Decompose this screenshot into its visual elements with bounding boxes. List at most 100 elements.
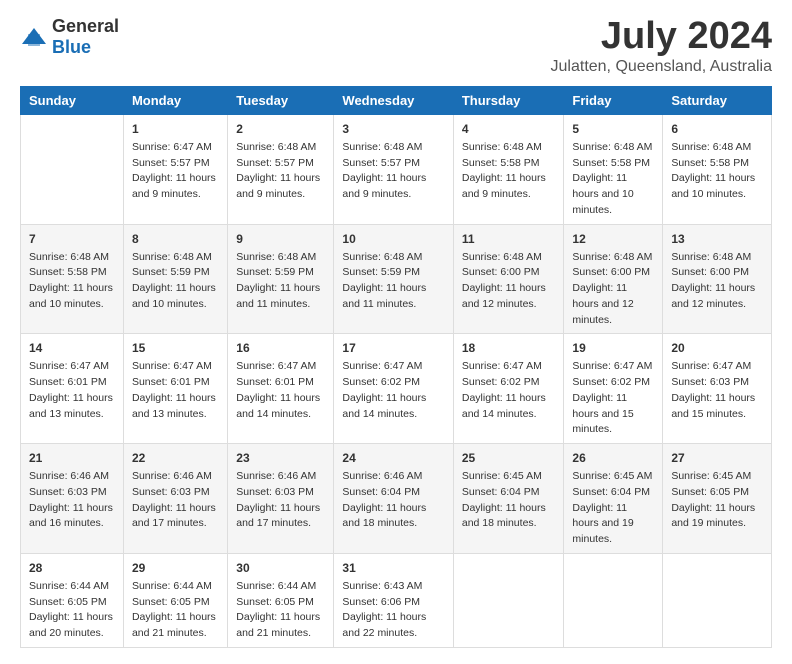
- day-cell: [453, 553, 564, 647]
- day-cell: 13 Sunrise: 6:48 AMSunset: 6:00 PMDayligh…: [663, 224, 772, 334]
- day-number: 17: [342, 339, 444, 357]
- day-info: Sunrise: 6:44 AMSunset: 6:05 PMDaylight:…: [236, 579, 325, 642]
- day-info: Sunrise: 6:48 AMSunset: 5:59 PMDaylight:…: [132, 250, 219, 313]
- day-cell: [564, 553, 663, 647]
- day-cell: 27Sunrise: 6:45 AMSunset: 6:05 PMDayligh…: [663, 444, 772, 554]
- day-cell: 17 Sunrise: 6:47 AMSunset: 6:02 PMDayligh…: [334, 334, 453, 444]
- day-info: Sunrise: 6:47 AMSunset: 6:01 PMDaylight:…: [132, 359, 219, 422]
- logo-general: General: [52, 16, 119, 36]
- day-info: Sunrise: 6:47 AMSunset: 6:01 PMDaylight:…: [29, 359, 115, 422]
- day-info: Sunrise: 6:47 AMSunset: 6:01 PMDaylight:…: [236, 359, 325, 422]
- day-info: Sunrise: 6:44 AMSunset: 6:05 PMDaylight:…: [132, 579, 219, 642]
- day-number: 26: [572, 449, 654, 467]
- day-info: Sunrise: 6:48 AMSunset: 5:57 PMDaylight:…: [342, 140, 444, 203]
- day-cell: 26Sunrise: 6:45 AMSunset: 6:04 PMDayligh…: [564, 444, 663, 554]
- day-info: Sunrise: 6:47 AMSunset: 6:02 PMDaylight:…: [342, 359, 444, 422]
- logo-blue: Blue: [52, 37, 91, 57]
- calendar-table: SundayMondayTuesdayWednesdayThursdayFrid…: [20, 86, 772, 648]
- day-info: Sunrise: 6:48 AMSunset: 5:58 PMDaylight:…: [462, 140, 556, 203]
- logo-icon: [20, 26, 48, 48]
- day-cell: 24 Sunrise: 6:46 AMSunset: 6:04 PMDayligh…: [334, 444, 453, 554]
- day-cell: 25Sunrise: 6:45 AMSunset: 6:04 PMDayligh…: [453, 444, 564, 554]
- day-number: 7: [29, 230, 115, 248]
- day-cell: 15 Sunrise: 6:47 AMSunset: 6:01 PMDayligh…: [123, 334, 227, 444]
- header-day-wednesday: Wednesday: [334, 86, 453, 114]
- week-row-3: 21 Sunrise: 6:46 AMSunset: 6:03 PMDayligh…: [21, 444, 772, 554]
- day-info: Sunrise: 6:48 AMSunset: 5:59 PMDaylight:…: [342, 250, 444, 313]
- day-number: 18: [462, 339, 556, 357]
- day-cell: 11 Sunrise: 6:48 AMSunset: 6:00 PMDayligh…: [453, 224, 564, 334]
- day-number: 16: [236, 339, 325, 357]
- day-info: Sunrise: 6:46 AMSunset: 6:03 PMDaylight:…: [132, 469, 219, 532]
- day-info: Sunrise: 6:47 AMSunset: 6:03 PMDaylight:…: [671, 359, 763, 422]
- day-info: Sunrise: 6:47 AMSunset: 6:02 PMDaylight:…: [462, 359, 556, 422]
- day-cell: 8 Sunrise: 6:48 AMSunset: 5:59 PMDaylight…: [123, 224, 227, 334]
- day-number: 8: [132, 230, 219, 248]
- day-info: Sunrise: 6:47 AMSunset: 5:57 PMDaylight:…: [132, 140, 219, 203]
- day-number: 29: [132, 559, 219, 577]
- day-number: 25: [462, 449, 556, 467]
- day-number: 3: [342, 120, 444, 138]
- day-number: 11: [462, 230, 556, 248]
- header-day-thursday: Thursday: [453, 86, 564, 114]
- title-block: July 2024 Julatten, Queensland, Australi…: [551, 16, 772, 76]
- day-number: 22: [132, 449, 219, 467]
- day-number: 5: [572, 120, 654, 138]
- day-number: 15: [132, 339, 219, 357]
- day-info: Sunrise: 6:46 AMSunset: 6:03 PMDaylight:…: [236, 469, 325, 532]
- day-number: 28: [29, 559, 115, 577]
- day-number: 4: [462, 120, 556, 138]
- day-cell: [663, 553, 772, 647]
- day-number: 19: [572, 339, 654, 357]
- day-info: Sunrise: 6:48 AMSunset: 6:00 PMDaylight:…: [572, 250, 654, 329]
- week-row-2: 14 Sunrise: 6:47 AMSunset: 6:01 PMDayligh…: [21, 334, 772, 444]
- day-info: Sunrise: 6:48 AMSunset: 5:57 PMDaylight:…: [236, 140, 325, 203]
- day-info: Sunrise: 6:48 AMSunset: 5:58 PMDaylight:…: [671, 140, 763, 203]
- page-header: General Blue July 2024 Julatten, Queensl…: [20, 16, 772, 76]
- day-cell: 9Sunrise: 6:48 AMSunset: 5:59 PMDaylight…: [228, 224, 334, 334]
- day-cell: 23 Sunrise: 6:46 AMSunset: 6:03 PMDayligh…: [228, 444, 334, 554]
- day-cell: [21, 114, 124, 224]
- day-cell: 1 Sunrise: 6:47 AMSunset: 5:57 PMDaylight…: [123, 114, 227, 224]
- day-number: 13: [671, 230, 763, 248]
- week-row-0: 1 Sunrise: 6:47 AMSunset: 5:57 PMDaylight…: [21, 114, 772, 224]
- day-info: Sunrise: 6:48 AMSunset: 6:00 PMDaylight:…: [462, 250, 556, 313]
- day-cell: 4 Sunrise: 6:48 AMSunset: 5:58 PMDaylight…: [453, 114, 564, 224]
- day-cell: 14 Sunrise: 6:47 AMSunset: 6:01 PMDayligh…: [21, 334, 124, 444]
- day-info: Sunrise: 6:48 AMSunset: 5:58 PMDaylight:…: [572, 140, 654, 219]
- header-day-monday: Monday: [123, 86, 227, 114]
- day-cell: 30Sunrise: 6:44 AMSunset: 6:05 PMDayligh…: [228, 553, 334, 647]
- day-info: Sunrise: 6:48 AMSunset: 6:00 PMDaylight:…: [671, 250, 763, 313]
- day-number: 6: [671, 120, 763, 138]
- day-cell: 31Sunrise: 6:43 AMSunset: 6:06 PMDayligh…: [334, 553, 453, 647]
- day-number: 1: [132, 120, 219, 138]
- day-cell: 19 Sunrise: 6:47 AMSunset: 6:02 PMDayligh…: [564, 334, 663, 444]
- day-number: 10: [342, 230, 444, 248]
- day-cell: 20 Sunrise: 6:47 AMSunset: 6:03 PMDayligh…: [663, 334, 772, 444]
- header-day-sunday: Sunday: [21, 86, 124, 114]
- header-row: SundayMondayTuesdayWednesdayThursdayFrid…: [21, 86, 772, 114]
- day-cell: 10 Sunrise: 6:48 AMSunset: 5:59 PMDayligh…: [334, 224, 453, 334]
- day-cell: 5 Sunrise: 6:48 AMSunset: 5:58 PMDaylight…: [564, 114, 663, 224]
- day-cell: 2Sunrise: 6:48 AMSunset: 5:57 PMDaylight…: [228, 114, 334, 224]
- day-cell: 16 Sunrise: 6:47 AMSunset: 6:01 PMDayligh…: [228, 334, 334, 444]
- day-number: 24: [342, 449, 444, 467]
- logo: General Blue: [20, 16, 119, 58]
- day-cell: 7Sunrise: 6:48 AMSunset: 5:58 PMDaylight…: [21, 224, 124, 334]
- day-info: Sunrise: 6:46 AMSunset: 6:04 PMDaylight:…: [342, 469, 444, 532]
- day-info: Sunrise: 6:44 AMSunset: 6:05 PMDaylight:…: [29, 579, 115, 642]
- day-number: 14: [29, 339, 115, 357]
- day-info: Sunrise: 6:47 AMSunset: 6:02 PMDaylight:…: [572, 359, 654, 438]
- day-number: 31: [342, 559, 444, 577]
- day-info: Sunrise: 6:48 AMSunset: 5:59 PMDaylight:…: [236, 250, 325, 313]
- week-row-4: 28 Sunrise: 6:44 AMSunset: 6:05 PMDayligh…: [21, 553, 772, 647]
- main-title: July 2024: [551, 16, 772, 58]
- day-cell: 6 Sunrise: 6:48 AMSunset: 5:58 PMDaylight…: [663, 114, 772, 224]
- day-number: 21: [29, 449, 115, 467]
- day-cell: 28 Sunrise: 6:44 AMSunset: 6:05 PMDayligh…: [21, 553, 124, 647]
- day-cell: 3 Sunrise: 6:48 AMSunset: 5:57 PMDaylight…: [334, 114, 453, 224]
- day-number: 20: [671, 339, 763, 357]
- day-number: 23: [236, 449, 325, 467]
- header-day-tuesday: Tuesday: [228, 86, 334, 114]
- day-info: Sunrise: 6:46 AMSunset: 6:03 PMDaylight:…: [29, 469, 115, 532]
